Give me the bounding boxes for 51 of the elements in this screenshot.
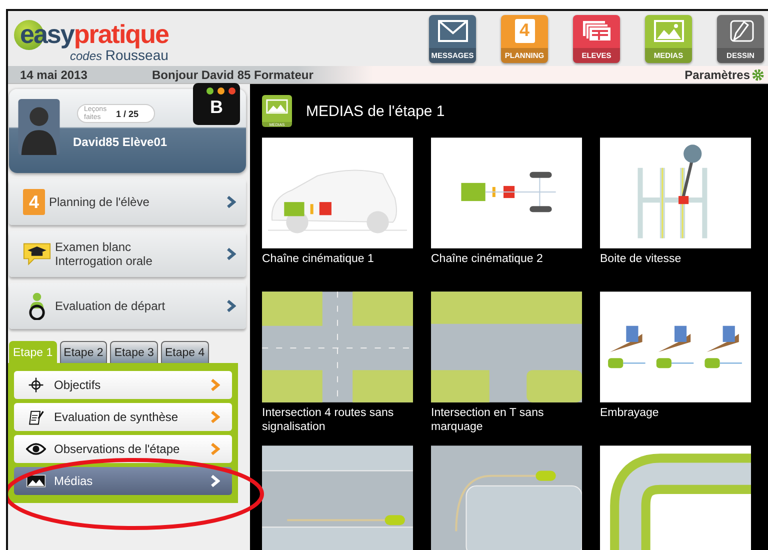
crossroads-drawing[interactable] [262,291,413,403]
media-caption: Embrayage [600,406,660,420]
t-junction-drawing[interactable] [431,291,582,403]
student-name: David85 Elève01 [73,135,168,149]
stage-menu-item[interactable]: Observations de l'étape [14,435,232,463]
avatar-silhouette [18,99,60,155]
greeting-text: Bonjour David 85 Formateur [152,68,314,82]
settings-link[interactable]: Paramètres [684,68,750,82]
chevron-icon [210,442,220,456]
road-turn-drawing[interactable] [431,445,582,550]
section-title: MEDIAS de l'étape 1 [306,102,445,120]
media-caption: Intersection en T sans marquage [431,406,545,434]
media-caption: Intersection 4 routes sans signalisation [262,406,395,434]
stage-menu-item[interactable]: Objectifs [14,371,232,399]
media-caption: Chaîne cinématique 1 [262,252,375,266]
menu-item[interactable]: 4 Planning de l'élève [9,179,246,225]
status-lights-icon [206,87,236,95]
menu-item[interactable]: Evaluation de départ [9,283,246,329]
badge-letter: B [210,96,223,119]
picture-icon [654,18,684,42]
lessons-count: 1 / 25 [116,108,139,118]
stage-tab[interactable]: Etape 2 [60,341,108,363]
chevron-icon [226,195,236,209]
calendar-icon: 4 [23,189,45,215]
eye-icon [26,441,46,457]
picture-icon [26,473,46,489]
settings-icon[interactable] [752,68,764,80]
stage-tab[interactable]: Etape 4 [160,341,209,363]
chevron-icon [226,299,236,313]
cards-icon [582,18,612,42]
media-caption: Boite de vitesse [600,252,682,266]
date-text: 14 mai 2013 [20,68,88,82]
straight-road-drawing[interactable] [262,445,413,550]
gearbox-diagram-drawing[interactable] [600,137,751,249]
chevron-icon [226,247,236,261]
chevron-icon [210,474,220,488]
curved-road-drawing[interactable] [600,445,751,550]
car-diagram-drawing[interactable] [262,137,413,249]
menu-item[interactable]: Examen blanc Interrogation orale [9,231,246,277]
media-caption: Chaîne cinématique 2 [431,252,544,266]
envelope-icon [438,18,468,42]
clipboard-icon [26,409,46,425]
stage-menu-item[interactable]: Evaluation de synthèse [14,403,232,431]
chevron-icon [210,410,220,424]
chevron-icon [210,378,220,392]
clutch-diagram-drawing[interactable] [600,291,751,403]
crosshair-icon [26,377,46,393]
stage-menu-item[interactable]: Médias [14,467,232,495]
calendar-icon: 4 [514,18,534,42]
stage-tab[interactable]: Etape 3 [110,341,158,363]
drivetrain-diagram-drawing[interactable] [431,137,582,249]
